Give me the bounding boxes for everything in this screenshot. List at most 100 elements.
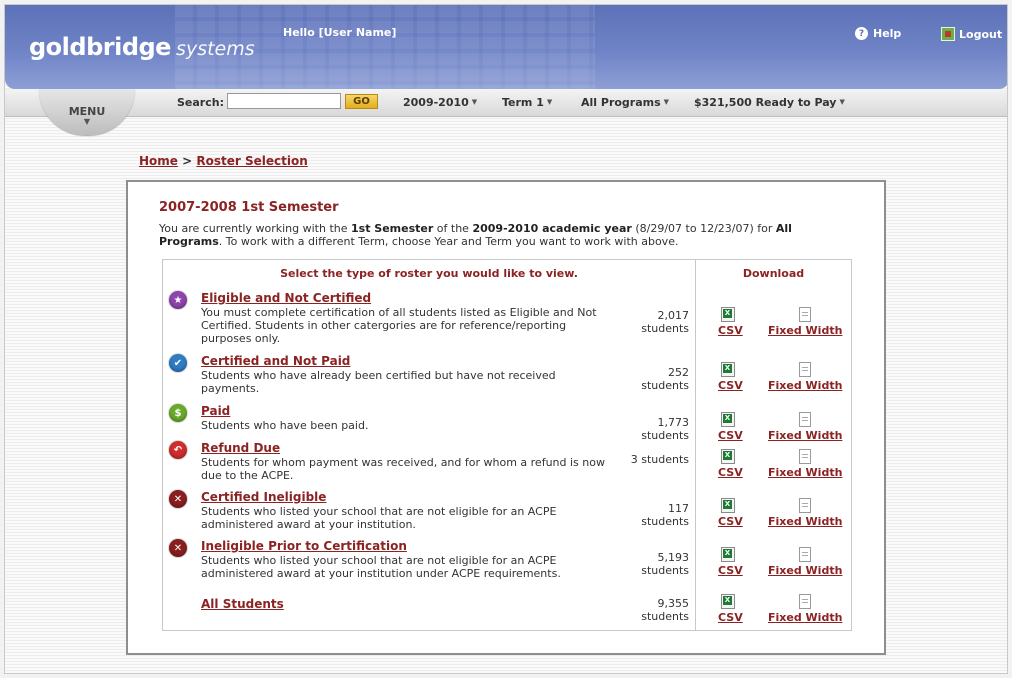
desc-text: of the xyxy=(433,222,473,235)
logout-label: Logout xyxy=(959,27,1003,41)
student-count-value: 5,193 xyxy=(657,551,690,564)
menu-button[interactable]: MENU ▼ xyxy=(39,89,135,135)
chevron-down-icon: ▼ xyxy=(546,98,553,106)
student-count: 252 students xyxy=(613,366,689,392)
refund-arrow-icon: ↶ xyxy=(169,441,187,459)
student-count-unit: students xyxy=(641,515,689,528)
fixed-width-download-link[interactable]: Fixed Width xyxy=(768,611,842,624)
csv-download-link[interactable]: CSV xyxy=(718,611,743,624)
logout-icon xyxy=(941,27,955,41)
excel-icon[interactable] xyxy=(721,307,735,322)
document-icon[interactable] xyxy=(799,449,811,464)
logo-text-bold: goldbridge xyxy=(29,33,171,61)
student-count-unit: students xyxy=(641,564,689,577)
roster-panel: 2007-2008 1st Semester You are currently… xyxy=(126,180,886,655)
csv-download-link[interactable]: CSV xyxy=(718,429,743,442)
csv-download-link[interactable]: CSV xyxy=(718,466,743,479)
csv-download-link[interactable]: CSV xyxy=(718,379,743,392)
roster-type-description: You must complete certification of all s… xyxy=(201,306,597,345)
roster-type-link[interactable]: All Students xyxy=(201,597,284,611)
student-count-value: 9,355 xyxy=(657,597,690,610)
roster-type-link[interactable]: Ineligible Prior to Certification xyxy=(201,539,407,553)
student-count-value: 1,773 xyxy=(657,416,690,429)
help-link[interactable]: ? Help xyxy=(855,27,901,40)
breadcrumb-roster-selection-link[interactable]: Roster Selection xyxy=(196,154,307,168)
logout-link[interactable]: Logout xyxy=(941,27,1002,41)
document-icon[interactable] xyxy=(799,498,811,513)
excel-icon[interactable] xyxy=(721,547,735,562)
student-count-value: 117 xyxy=(668,502,689,515)
student-count: 117 students xyxy=(613,502,689,528)
year-value: 2009-2010 xyxy=(403,96,469,109)
term-value: Term 1 xyxy=(502,96,544,109)
go-button[interactable]: GO xyxy=(345,94,378,109)
ready-to-pay-dropdown[interactable]: $321,500 Ready to Pay ▼ xyxy=(694,96,845,109)
column-divider xyxy=(695,260,696,630)
roster-type-link[interactable]: Paid xyxy=(201,404,230,418)
csv-download-link[interactable]: CSV xyxy=(718,324,743,337)
header-banner: goldbridge systems Hello [User Name] ? H… xyxy=(5,5,1007,89)
roster-type-link[interactable]: Certified Ineligible xyxy=(201,490,326,504)
breadcrumb-home-link[interactable]: Home xyxy=(139,154,178,168)
breadcrumb: Home > Roster Selection xyxy=(139,154,308,168)
document-icon[interactable] xyxy=(799,547,811,562)
year-dropdown[interactable]: 2009-2010 ▼ xyxy=(403,96,477,109)
roster-type-description: Students for whom payment was received, … xyxy=(201,456,605,482)
csv-download-link[interactable]: CSV xyxy=(718,515,743,528)
fixed-width-download-link[interactable]: Fixed Width xyxy=(768,379,842,392)
chevron-down-icon: ▼ xyxy=(471,98,478,106)
student-count-unit: students xyxy=(641,322,689,335)
roster-type-description: Students who have already been certified… xyxy=(201,369,556,395)
roster-type-link[interactable]: Refund Due xyxy=(201,441,280,455)
term-dropdown[interactable]: Term 1 ▼ xyxy=(502,96,552,109)
roster-type-link[interactable]: Certified and Not Paid xyxy=(201,354,350,368)
panel-description: You are currently working with the 1st S… xyxy=(159,222,849,248)
search-input[interactable] xyxy=(227,93,341,109)
excel-icon[interactable] xyxy=(721,594,735,609)
chevron-down-icon: ▼ xyxy=(839,98,845,106)
page-frame: goldbridge systems Hello [User Name] ? H… xyxy=(4,4,1008,674)
fixed-width-download-link[interactable]: Fixed Width xyxy=(768,429,842,442)
fixed-width-download-link[interactable]: Fixed Width xyxy=(768,564,842,577)
roster-type-description: Students who listed your school that are… xyxy=(201,505,557,531)
select-roster-header: Select the type of roster you would like… xyxy=(280,267,578,280)
x-circle-icon: ✕ xyxy=(169,539,187,557)
roster-type-description: Students who listed your school that are… xyxy=(201,554,561,580)
student-count-value: 2,017 xyxy=(657,309,690,322)
fixed-width-download-link[interactable]: Fixed Width xyxy=(768,324,842,337)
student-count: 2,017 students xyxy=(613,309,689,335)
logo[interactable]: goldbridge systems xyxy=(29,33,255,61)
dollar-icon: $ xyxy=(169,404,187,422)
student-count-value: 252 xyxy=(668,366,689,379)
csv-download-link[interactable]: CSV xyxy=(718,564,743,577)
breadcrumb-separator: > xyxy=(182,154,193,168)
download-header: Download xyxy=(742,267,805,280)
fixed-width-download-link[interactable]: Fixed Width xyxy=(768,515,842,528)
document-icon[interactable] xyxy=(799,307,811,322)
student-count-unit: students xyxy=(641,379,689,392)
programs-dropdown[interactable]: All Programs ▼ xyxy=(581,96,669,109)
desc-text: . To work with a different Term, choose … xyxy=(218,235,679,248)
help-label: Help xyxy=(873,27,902,40)
fixed-width-download-link[interactable]: Fixed Width xyxy=(768,466,842,479)
document-icon[interactable] xyxy=(799,594,811,609)
star-icon: ★ xyxy=(169,291,187,309)
desc-text: (8/29/07 to 12/23/07) for xyxy=(631,222,776,235)
roster-type-link[interactable]: Eligible and Not Certified xyxy=(201,291,371,305)
chevron-down-icon: ▼ xyxy=(663,98,670,106)
excel-icon[interactable] xyxy=(721,449,735,464)
excel-icon[interactable] xyxy=(721,362,735,377)
user-greeting: Hello [User Name] xyxy=(283,26,397,39)
excel-icon[interactable] xyxy=(721,412,735,427)
student-count: 5,193 students xyxy=(613,551,689,577)
document-icon[interactable] xyxy=(799,362,811,377)
ready-to-pay-value: $321,500 Ready to Pay xyxy=(694,96,837,109)
excel-icon[interactable] xyxy=(721,498,735,513)
student-count-unit: students xyxy=(641,429,689,442)
document-icon[interactable] xyxy=(799,412,811,427)
student-count: 9,355 students xyxy=(613,597,689,623)
roster-table: Select the type of roster you would like… xyxy=(162,259,852,631)
panel-title: 2007-2008 1st Semester xyxy=(159,200,339,215)
logo-text-light: systems xyxy=(176,38,255,60)
desc-year: 2009-2010 academic year xyxy=(472,222,632,235)
